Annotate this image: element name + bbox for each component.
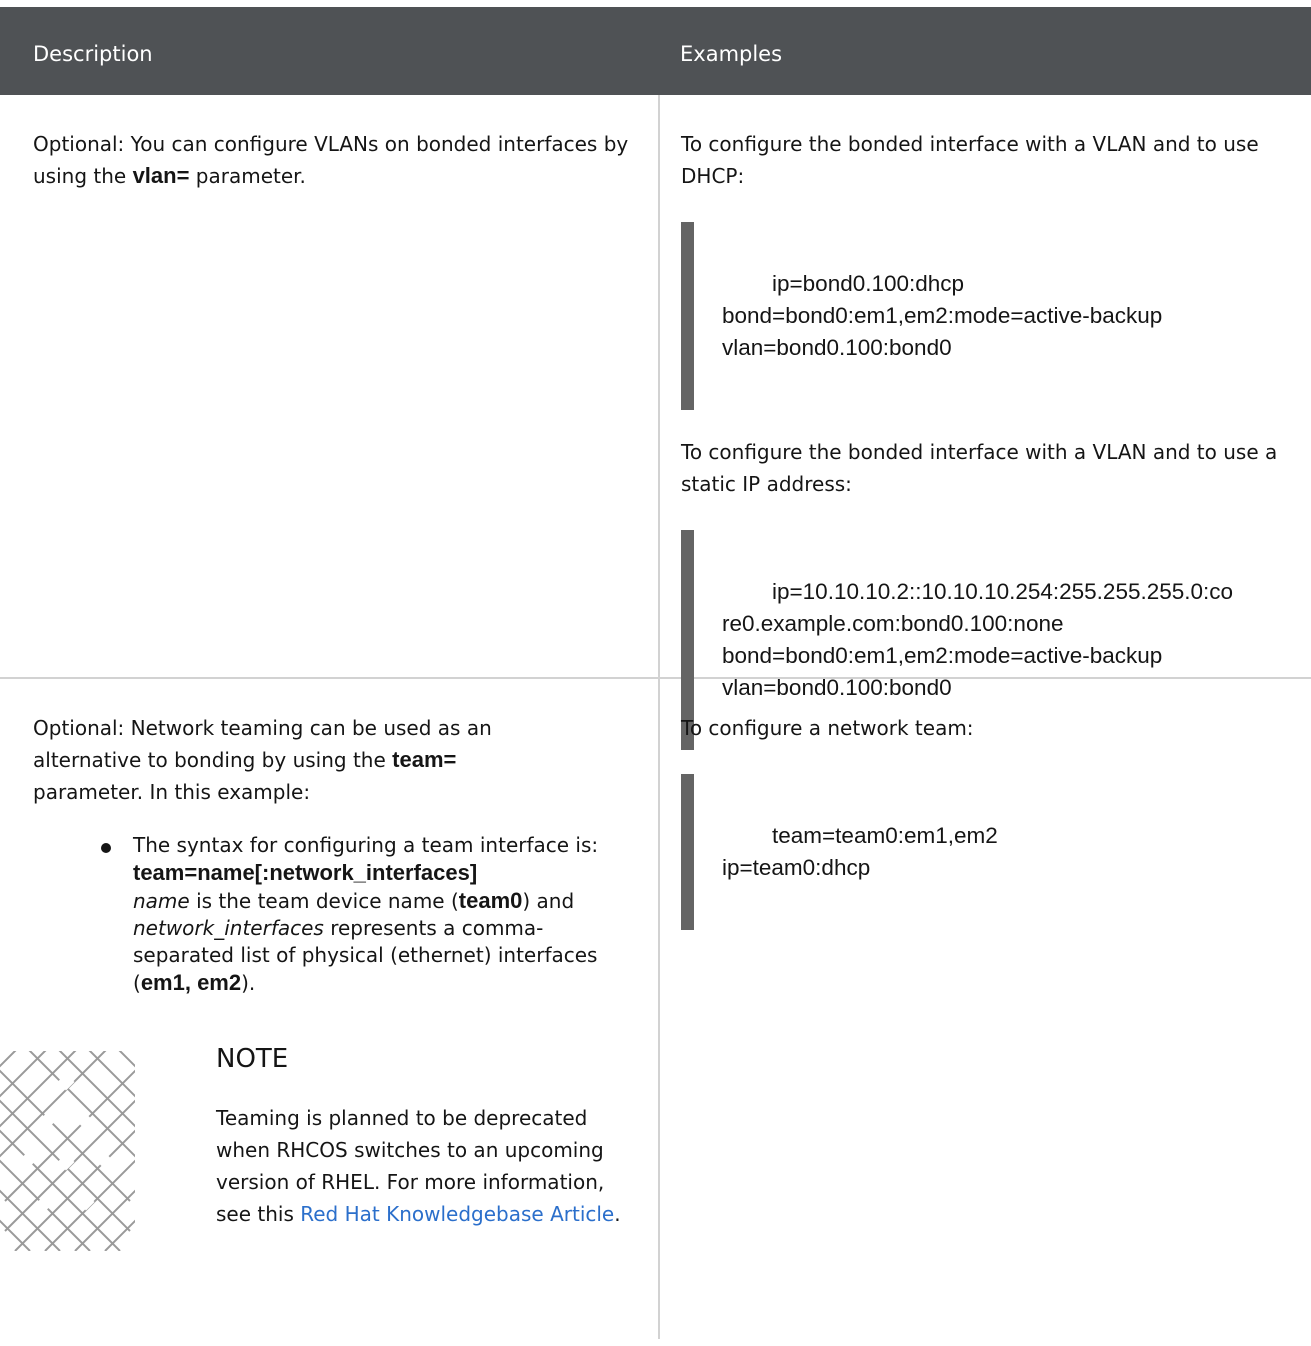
- example-intro-text: To configure the bonded interface with a…: [681, 132, 1259, 188]
- description-text: Optional: Network teaming can be used as…: [33, 712, 593, 808]
- text: ) and: [522, 889, 575, 913]
- examples-cell: To configure the bonded interface with a…: [681, 128, 1281, 750]
- options-table: Description Examples Optional: You can c…: [0, 7, 1311, 1339]
- column-divider: [658, 95, 660, 677]
- note-title: NOTE: [216, 1044, 289, 1074]
- bullet-icon: [101, 843, 111, 853]
- code-block: ip=bond0.100:dhcp bond=bond0:em1,em2:mod…: [681, 222, 1281, 410]
- description-cell: Optional: Network teaming can be used as…: [0, 712, 636, 1251]
- code-literal: vlan=: [132, 163, 190, 188]
- code-literal: team0: [458, 888, 523, 913]
- code-literal: team=name[:network_interfaces]: [133, 860, 478, 885]
- code-block-bar: [681, 774, 694, 930]
- table-header: Description Examples: [0, 7, 1311, 95]
- example-intro-text: To configure the bonded interface with a…: [681, 440, 1278, 496]
- text: .: [614, 1202, 621, 1226]
- text: The syntax for configuring a team interf…: [133, 833, 599, 857]
- note-admonition: NOTE Teaming is planned to be deprecated…: [0, 1033, 636, 1251]
- text: parameter.: [189, 164, 306, 188]
- code-literal: em1, em2: [140, 970, 242, 995]
- list-item: The syntax for configuring a team interf…: [101, 832, 633, 997]
- description-cell: Optional: You can configure VLANs on bon…: [33, 128, 633, 192]
- bullet-list: The syntax for configuring a team interf…: [33, 832, 633, 997]
- note-pattern-icon: [0, 1051, 135, 1251]
- code-block: team=team0:em1,em2 ip=team0:dhcp: [681, 774, 1281, 930]
- code-text: team=team0:em1,em2 ip=team0:dhcp: [722, 823, 998, 880]
- table-row: Optional: Network teaming can be used as…: [0, 679, 1311, 1339]
- code-text: ip=bond0.100:dhcp bond=bond0:em1,em2:mod…: [722, 271, 1163, 360]
- text: is the team device name (: [189, 889, 459, 913]
- italic-term: name: [133, 889, 190, 913]
- text: parameter. In this example:: [33, 780, 311, 804]
- column-header-description: Description: [33, 42, 153, 66]
- table-row: Optional: You can configure VLANs on bon…: [0, 95, 1311, 750]
- knowledgebase-article-link[interactable]: Red Hat Knowledgebase Article: [300, 1202, 614, 1226]
- description-text: Optional: You can configure VLANs on bon…: [33, 128, 633, 192]
- column-header-examples: Examples: [680, 42, 783, 66]
- column-divider: [658, 679, 660, 1339]
- examples-cell: To configure a network team: team=team0:…: [681, 712, 1281, 956]
- code-literal: team=: [392, 747, 457, 772]
- note-body: Teaming is planned to be deprecated when…: [216, 1102, 636, 1230]
- text: ).: [241, 971, 256, 995]
- code-block-bar: [681, 222, 694, 410]
- italic-term: network_interfaces: [133, 916, 324, 940]
- example-intro-text: To configure a network team:: [681, 716, 974, 740]
- text: Optional: You can configure VLANs on bon…: [33, 132, 629, 188]
